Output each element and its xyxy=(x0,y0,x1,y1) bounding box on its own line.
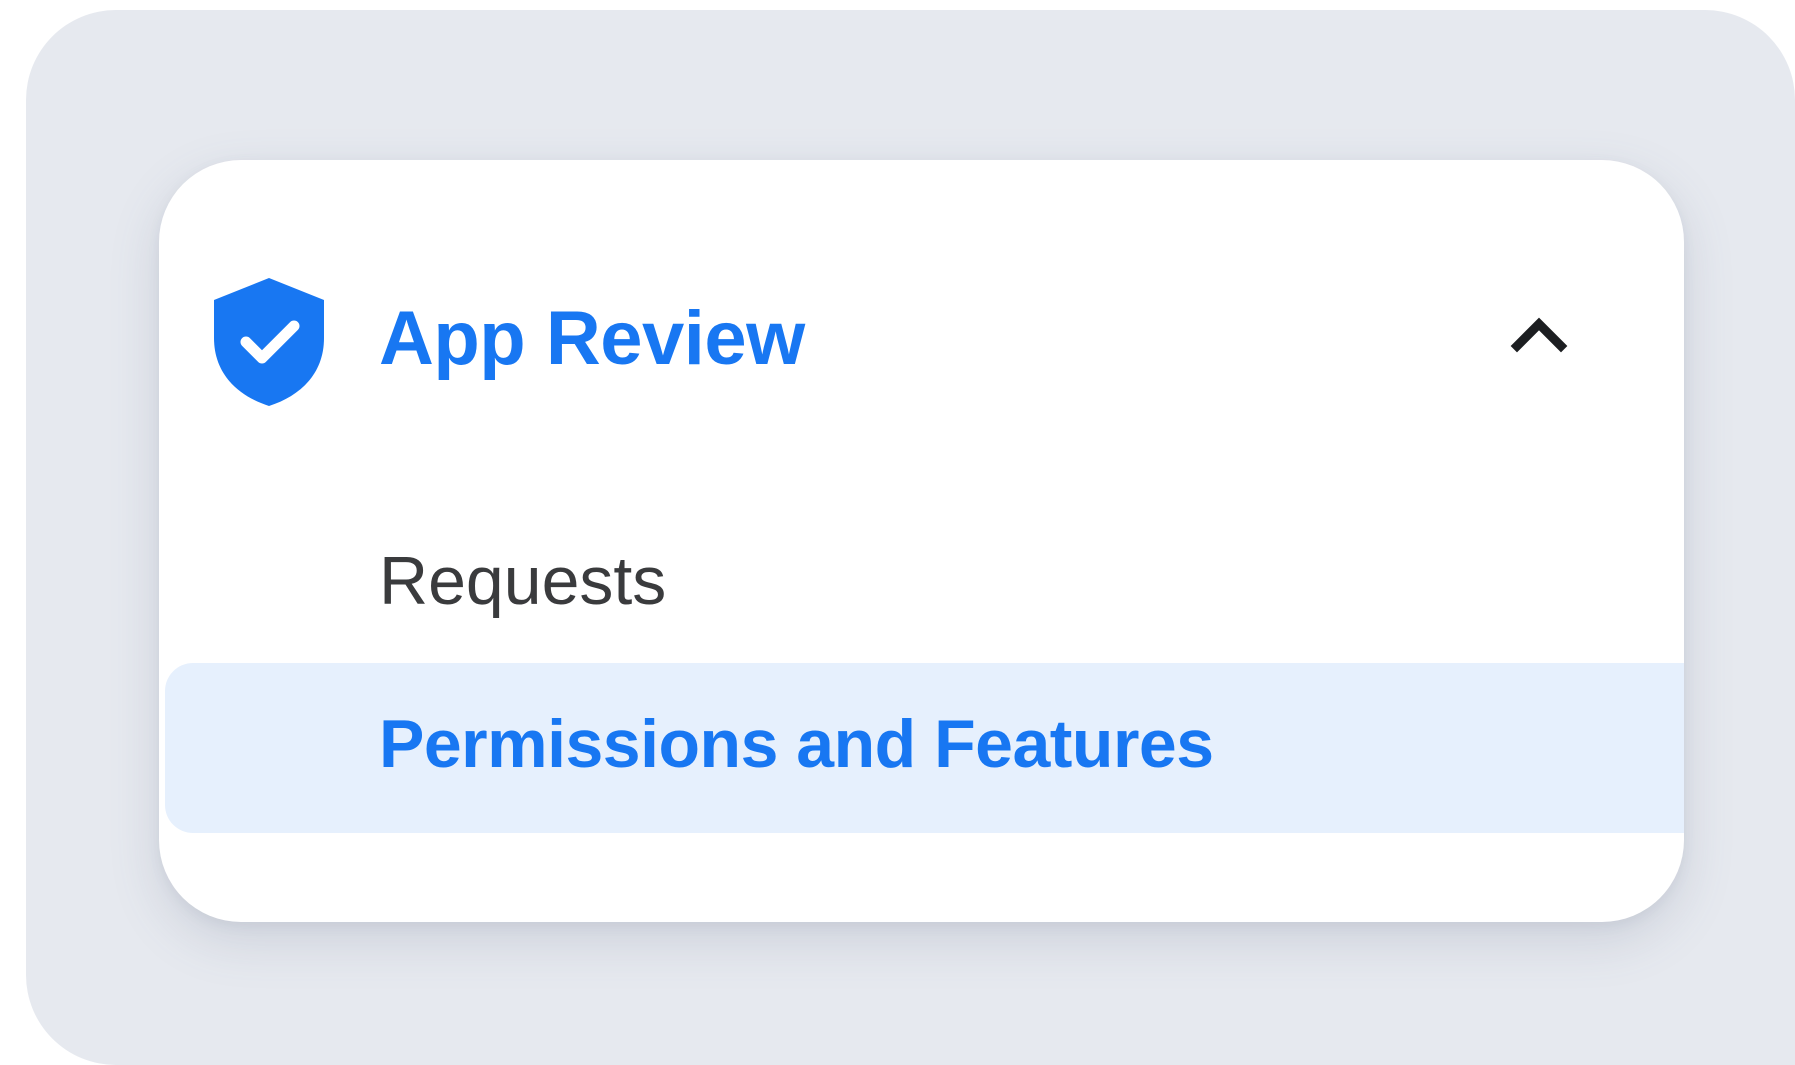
chevron-up-icon[interactable] xyxy=(1499,302,1579,362)
nav-card: App Review Requests Permissions and Feat… xyxy=(159,160,1684,922)
nav-item-label: Permissions and Features xyxy=(379,706,1214,782)
section-header-app-review[interactable]: App Review xyxy=(159,260,1684,406)
shield-check-icon xyxy=(214,278,324,406)
section-title: App Review xyxy=(379,296,805,381)
nav-item-label: Requests xyxy=(379,543,667,619)
nav-item-requests[interactable]: Requests xyxy=(159,510,1684,660)
nav-item-permissions-and-features[interactable]: Permissions and Features xyxy=(165,663,1684,833)
